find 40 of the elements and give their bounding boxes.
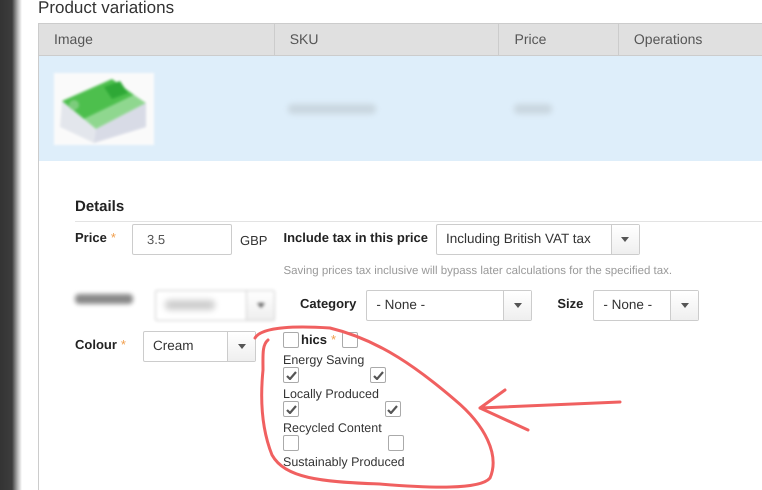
dropdown[interactable]: - None -: [593, 290, 700, 321]
price-field[interactable]: 3.5: [132, 224, 232, 254]
field-label: Include tax in this price: [283, 228, 428, 247]
redacted-text: [514, 104, 552, 114]
section-heading: Details: [75, 196, 762, 222]
checkbox[interactable]: [283, 401, 299, 418]
checkbox[interactable]: [283, 332, 299, 348]
dropdown[interactable]: Including British VAT tax: [436, 224, 640, 254]
check-icon: [286, 370, 296, 380]
field-label: Colour: [75, 336, 117, 354]
currency-label: GBP: [240, 232, 268, 250]
help-text: Saving prices tax inclusive will bypass later calculations for the specified tax.: [283, 264, 672, 278]
option-label: Recycled Content: [283, 421, 382, 436]
dropdown[interactable]: Cream: [143, 330, 256, 362]
column-header: Price: [514, 30, 546, 49]
option-label: Locally Produced: [283, 387, 379, 402]
field-label: Price: [75, 228, 107, 246]
check-icon: [372, 370, 384, 380]
checkbox[interactable]: [370, 367, 386, 384]
table-row[interactable]: [39, 56, 762, 161]
check-icon: [387, 404, 398, 414]
section-title: Product variations: [38, 0, 176, 18]
field-label: Size: [557, 294, 584, 313]
required-mark: *: [331, 330, 336, 349]
required-mark: *: [120, 336, 126, 354]
field-label: hics: [301, 330, 328, 349]
column-header: Image: [54, 30, 93, 49]
checkbox[interactable]: [283, 367, 299, 384]
column-header: SKU: [290, 30, 318, 49]
checkbox[interactable]: [384, 401, 401, 418]
option-label: Sustainably Produced: [283, 455, 405, 470]
redacted-text: [75, 294, 133, 304]
option-label: Energy Saving: [283, 353, 364, 368]
field-label: Category: [300, 294, 356, 313]
dropdown[interactable]: - None -: [366, 290, 532, 321]
checkbox[interactable]: [283, 435, 299, 452]
column-header: Operations: [634, 30, 702, 49]
checkbox[interactable]: [388, 435, 404, 452]
check-icon: [286, 404, 296, 414]
required-mark: *: [110, 228, 116, 246]
